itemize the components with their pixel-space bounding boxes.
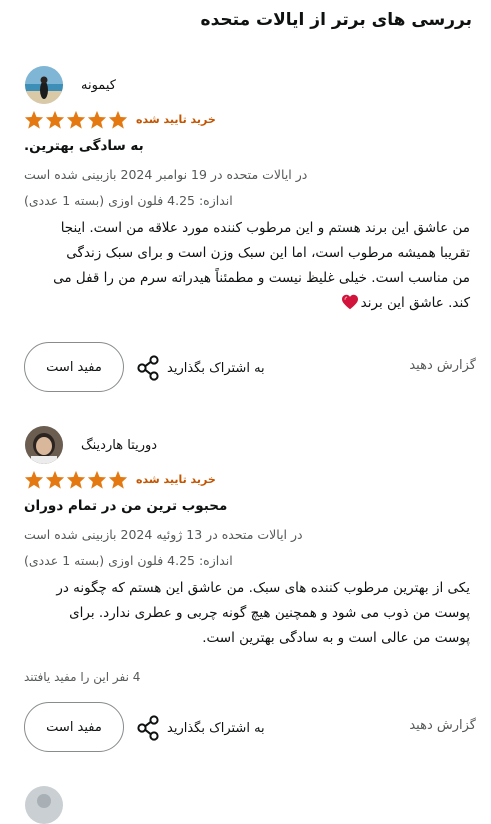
- reviewer-profile[interactable]: دوریتا هاردینگ: [25, 426, 157, 464]
- report-link[interactable]: گزارش دهید: [409, 718, 476, 733]
- next-reviewer-avatar[interactable]: [25, 786, 63, 824]
- page-title: بررسی های برتر از ایالات متحده: [200, 10, 472, 30]
- review-card: کیمونه خرید تایید شده به سادگی بهترین. د…: [0, 66, 491, 436]
- review-variant: اندازه: 4.25 فلون اوزی (بسته 1 عددی): [24, 553, 233, 568]
- star-icon: [108, 110, 128, 129]
- reviewer-name: دوریتا هاردینگ: [81, 437, 158, 453]
- star-icon: [66, 110, 86, 129]
- star-icon: [87, 470, 107, 489]
- beach-photo-avatar: [25, 66, 63, 104]
- star-rating[interactable]: [24, 110, 128, 129]
- star-icon: [45, 110, 65, 129]
- reviewer-profile[interactable]: کیمونه: [25, 66, 116, 104]
- review-body-line: پوست من ذوب می شود و همچنین هیچ گونه چرب…: [69, 605, 470, 621]
- review-body-line: من مناسب است. خیلی غلیظ نیست و مطمئناً ه…: [53, 270, 470, 286]
- review-actions: مفید است به اشتراک بگذارید گزارش دهید: [24, 342, 476, 394]
- helpful-count: 4 نفر این را مفید یافتند: [24, 670, 141, 684]
- review-body-line: کند. عاشق این برند: [360, 295, 470, 311]
- verified-purchase-badge: خرید تایید شده: [136, 473, 216, 486]
- review-body: یکی از بهترین مرطوب کننده های سبک. من عا…: [22, 576, 470, 651]
- review-body: من عاشق این برند هستم و این مرطوب کننده …: [22, 216, 470, 316]
- star-icon: [66, 470, 86, 489]
- helpful-button[interactable]: مفید است: [24, 342, 124, 392]
- star-icon: [24, 470, 44, 489]
- share-button[interactable]: به اشتراک بگذارید: [136, 715, 265, 741]
- review-body-line: من عاشق این برند هستم و این مرطوب کننده …: [60, 220, 470, 236]
- reviewer-name: کیمونه: [81, 77, 116, 93]
- review-date: در ایالات متحده در 19 نوامبر 2024 بازبین…: [24, 167, 308, 182]
- star-icon: [108, 470, 128, 489]
- review-title: به سادگی بهترین.: [24, 138, 144, 154]
- verified-purchase-badge: خرید تایید شده: [136, 113, 216, 126]
- default-avatar-icon: [37, 794, 51, 808]
- review-date: در ایالات متحده در 13 ژوئیه 2024 بازبینی…: [24, 527, 303, 542]
- rating-row: خرید تایید شده: [24, 110, 216, 129]
- rating-row: خرید تایید شده: [24, 470, 216, 489]
- review-body-line: تقریبا همیشه مرطوب است، اما این سبک وزن …: [66, 245, 470, 261]
- star-rating[interactable]: [24, 470, 128, 489]
- report-link[interactable]: گزارش دهید: [409, 358, 476, 373]
- share-icon: [137, 715, 159, 741]
- star-icon: [87, 110, 107, 129]
- share-icon: [137, 355, 159, 381]
- star-icon: [24, 110, 44, 129]
- review-title: محبوب ترین من در تمام دوران: [24, 498, 228, 514]
- review-actions: مفید است به اشتراک بگذارید گزارش دهید: [24, 702, 476, 754]
- share-label: به اشتراک بگذارید: [167, 720, 265, 736]
- review-card: دوریتا هاردینگ خرید تایید شده محبوب ترین…: [0, 426, 491, 796]
- share-button[interactable]: به اشتراک بگذارید: [136, 355, 265, 381]
- share-label: به اشتراک بگذارید: [167, 360, 265, 376]
- review-variant: اندازه: 4.25 فلون اوزی (بسته 1 عددی): [24, 193, 233, 208]
- review-body-line: پوست من عالی است و به سادگی بهترین است.: [202, 630, 470, 646]
- star-icon: [45, 470, 65, 489]
- heart-icon: [341, 294, 358, 310]
- helpful-button[interactable]: مفید است: [24, 702, 124, 752]
- person-photo-avatar: [25, 426, 63, 464]
- review-body-line: یکی از بهترین مرطوب کننده های سبک. من عا…: [56, 580, 470, 596]
